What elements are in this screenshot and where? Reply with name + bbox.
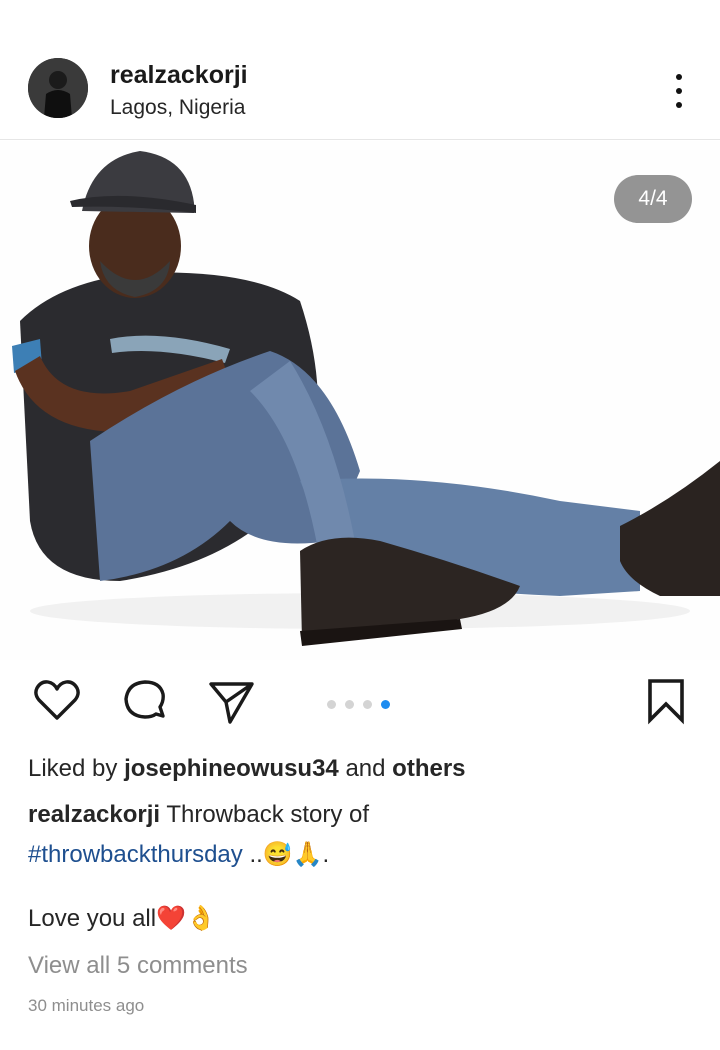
post-photo[interactable]: 4/4 <box>0 141 720 660</box>
carousel-dot <box>345 700 354 709</box>
carousel-dot <box>363 700 372 709</box>
caption: realzackorji Throwback story of #throwbac… <box>28 795 698 875</box>
image-counter: 4/4 <box>614 175 692 223</box>
liked-by-suffix: and <box>338 755 393 782</box>
caption-username[interactable]: realzackorji <box>28 801 160 828</box>
likes-line: Liked by josephineowusu34 and others <box>28 755 466 783</box>
liked-by-prefix: Liked by <box>28 755 125 782</box>
carousel-dots <box>327 700 390 709</box>
liked-by-others[interactable]: others <box>392 755 465 782</box>
vertical-ellipsis-icon[interactable] <box>668 74 690 108</box>
caption-text: Throwback story of <box>160 801 370 828</box>
location[interactable]: Lagos, Nigeria <box>110 96 245 120</box>
avatar[interactable] <box>28 58 88 118</box>
caption-tail: ..😅🙏. <box>242 841 330 868</box>
action-bar <box>0 676 720 736</box>
caption-line-2: Love you all❤️👌 <box>28 905 216 932</box>
caption-hashtag[interactable]: #throwbackthursday <box>28 841 243 868</box>
post-header: realzackorji Lagos, Nigeria <box>0 0 720 140</box>
view-comments-link[interactable]: View all 5 comments <box>28 952 248 980</box>
carousel-dot-active <box>381 700 390 709</box>
heart-icon[interactable] <box>32 676 82 726</box>
comment-bubble-icon[interactable] <box>120 676 170 726</box>
bookmark-icon[interactable] <box>642 676 692 726</box>
carousel-dot <box>327 700 336 709</box>
paper-plane-icon[interactable] <box>206 676 256 726</box>
photo-illustration <box>12 151 720 646</box>
username[interactable]: realzackorji <box>110 61 248 90</box>
liked-by-user[interactable]: josephineowusu34 <box>124 755 339 782</box>
timestamp: 30 minutes ago <box>28 996 145 1015</box>
